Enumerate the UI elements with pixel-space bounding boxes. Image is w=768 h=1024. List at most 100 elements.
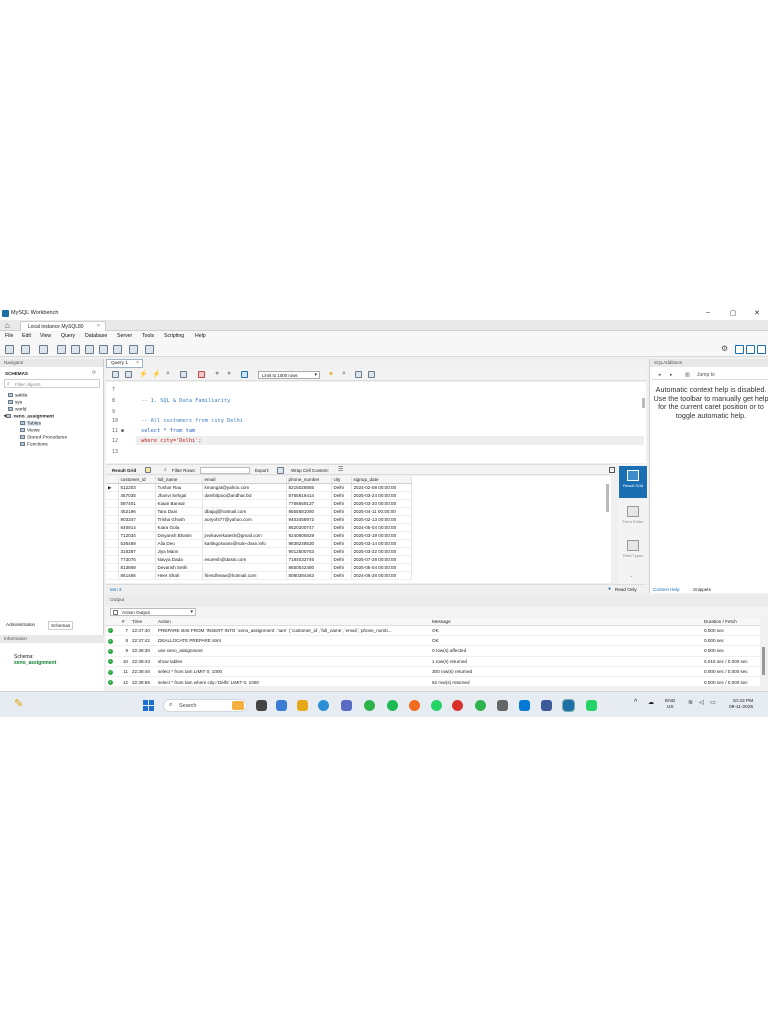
spotify-icon[interactable] (387, 700, 398, 711)
close-button[interactable]: ✕ (752, 309, 762, 317)
table-cell[interactable]: Trisha Ghosh (155, 515, 203, 524)
table-cell[interactable]: 2025-02-13 00:00:00 (351, 515, 412, 524)
open-file-icon[interactable] (112, 371, 119, 378)
table-row[interactable]: 640914 Kiara Gola 8620200747 Delhi 2024-05-0… (106, 523, 412, 532)
menu-tools[interactable]: Tools (142, 333, 154, 339)
create-procedure-icon[interactable] (99, 345, 108, 354)
toggle-help-icon[interactable]: ▥ (685, 372, 690, 378)
row-marker[interactable]: ▶ (106, 483, 119, 492)
table-cell[interactable]: Alia Deo (155, 539, 203, 548)
menu-view[interactable]: View (40, 333, 51, 339)
store-icon[interactable] (341, 700, 352, 711)
table-row[interactable]: 861466 Heer Shah friendheaw@hotmail.com 808… (106, 571, 412, 580)
table-cell[interactable]: 9403458972 (286, 515, 332, 524)
vscode-icon[interactable] (519, 700, 530, 711)
copilot-icon[interactable] (276, 700, 287, 711)
output-row[interactable]: ✓ 8 22:37:42 DEALLOCATE PREPARE stmt OK 0.000… (106, 635, 760, 647)
row-marker[interactable] (106, 571, 119, 580)
table-cell[interactable]: Jhanvi Sehgal (155, 491, 203, 500)
row-marker[interactable] (106, 563, 119, 572)
wrap-lines-icon[interactable] (368, 371, 375, 378)
menu-query[interactable]: Query (61, 333, 75, 339)
taskbar-search[interactable]: ⌕ Search (163, 699, 247, 712)
output-row[interactable]: ✓ 7 22:37:40 PREPARE stmt FROM 'INSERT INTO… (106, 625, 760, 636)
table-cell[interactable]: 2025-03-24 00:00:00 (351, 491, 412, 500)
gear-icon[interactable]: ⚙ (721, 344, 728, 353)
schema-xeno-assignment[interactable]: ▾ xeno_assignment (4, 414, 54, 419)
toggle-error-icon[interactable] (198, 371, 205, 378)
row-marker[interactable] (106, 523, 119, 532)
menu-database[interactable]: Database (85, 333, 107, 339)
tree-views[interactable]: Views (20, 428, 40, 433)
volume-icon[interactable]: ◁ (699, 700, 704, 706)
table-cell[interactable]: friendheaw@hotmail.com (202, 571, 287, 580)
table-cell[interactable]: 2025-04-11 00:00:00 (351, 507, 412, 516)
menu-scripting[interactable]: Scripting (164, 333, 184, 339)
table-row[interactable]: 452196 Tara Dani dbajaj@hotmail.com 9555581… (106, 507, 412, 516)
table-cell[interactable]: 8215028885 (286, 483, 332, 492)
create-view-icon[interactable] (85, 345, 94, 354)
task-view-icon[interactable] (256, 700, 267, 711)
row-marker[interactable] (106, 507, 119, 516)
table-cell[interactable]: 9240605829 (286, 531, 332, 540)
table-cell[interactable]: esuresh@dasis.com (202, 555, 287, 564)
whatsapp-icon[interactable] (431, 700, 442, 711)
table-cell[interactable]: Navya Dada (155, 555, 203, 564)
table-cell[interactable]: Delhi (331, 523, 352, 532)
row-marker[interactable] (106, 531, 119, 540)
sql-editor[interactable]: 7 8 -- 1. SQL & Data Familiarity 9 10 --… (106, 382, 646, 463)
result-grid-button[interactable]: Result Grid (619, 466, 647, 498)
menu-edit[interactable]: Edit (22, 333, 31, 339)
wrap-cell-icon[interactable]: ☰ (338, 466, 343, 473)
editor-scrollbar[interactable] (642, 398, 645, 408)
table-cell[interactable]: Tushar Rau (155, 483, 203, 492)
table-cell[interactable]: Delhi (331, 555, 352, 564)
refresh-icon[interactable]: ⟳ (92, 370, 96, 376)
table-cell[interactable]: 536489 (118, 539, 156, 548)
table-cell[interactable]: 903347 (118, 515, 156, 524)
table-cell[interactable]: Delhi (331, 571, 352, 580)
mysql-workbench-taskbar-icon[interactable] (562, 699, 575, 712)
table-cell[interactable]: jnvikaverkatesh@gmail.com (202, 531, 287, 540)
table-cell[interactable]: dbajaj@hotmail.com (202, 507, 287, 516)
invisible-chars-icon[interactable] (355, 371, 362, 378)
table-row[interactable]: 813869 Devansh Sethi 8650542480 Delhi 2025-0… (106, 563, 412, 572)
column-header[interactable]: email (202, 476, 287, 484)
wifi-icon[interactable]: ≋ (688, 700, 693, 706)
table-row[interactable]: 597401 Kiaan Bansal 7766659137 Delhi 2025-03… (106, 499, 412, 508)
menu-file[interactable]: File (5, 333, 13, 339)
table-cell[interactable]: Delhi (331, 483, 352, 492)
file-explorer-icon[interactable] (297, 700, 308, 711)
table-cell[interactable]: 8080384463 (286, 571, 332, 580)
create-function-icon[interactable] (113, 345, 122, 354)
row-marker[interactable] (106, 491, 119, 500)
tab-schemas[interactable]: Schemas (48, 621, 74, 630)
battery-icon[interactable]: ▭ (710, 700, 716, 706)
table-cell[interactable] (202, 499, 287, 508)
table-cell[interactable]: 773075 (118, 555, 156, 564)
edge-icon[interactable] (318, 700, 329, 711)
reconnect-icon[interactable] (145, 345, 154, 354)
schema-world[interactable]: world (8, 407, 26, 412)
table-row[interactable]: 712034 Divyansh Bhasin jnvikaverkatesh@gma… (106, 531, 412, 540)
table-cell[interactable]: 8650542480 (286, 563, 332, 572)
table-cell[interactable]: 712034 (118, 531, 156, 540)
start-button[interactable] (143, 700, 154, 711)
inspector-icon[interactable] (39, 345, 48, 354)
row-marker[interactable] (106, 499, 119, 508)
open-sql-script-icon[interactable] (21, 345, 30, 354)
forward-icon[interactable]: ▸ (670, 372, 673, 378)
table-cell[interactable]: 2024-02-08 00:00:00 (351, 483, 412, 492)
table-cell[interactable]: 316287 (118, 547, 156, 556)
output-row[interactable]: ✓ 11 22:38:46 select * from tam LIMIT 0, 10… (106, 666, 760, 678)
table-cell[interactable] (202, 523, 287, 532)
table-cell[interactable]: Delhi (331, 515, 352, 524)
table-cell[interactable]: 2024-05-04 00:00:00 (351, 523, 412, 532)
table-cell[interactable]: 452196 (118, 507, 156, 516)
toggle-sidebar-icon[interactable] (757, 345, 766, 354)
table-cell[interactable]: 2025-05-04 00:00:00 (351, 563, 412, 572)
output-row[interactable]: ✓ 9 22:38:36 use xeno_assignment 0 row(s) af… (106, 645, 760, 657)
row-marker[interactable] (106, 555, 119, 564)
export-icon[interactable] (277, 467, 284, 474)
table-cell[interactable]: Kiara Gola (155, 523, 203, 532)
